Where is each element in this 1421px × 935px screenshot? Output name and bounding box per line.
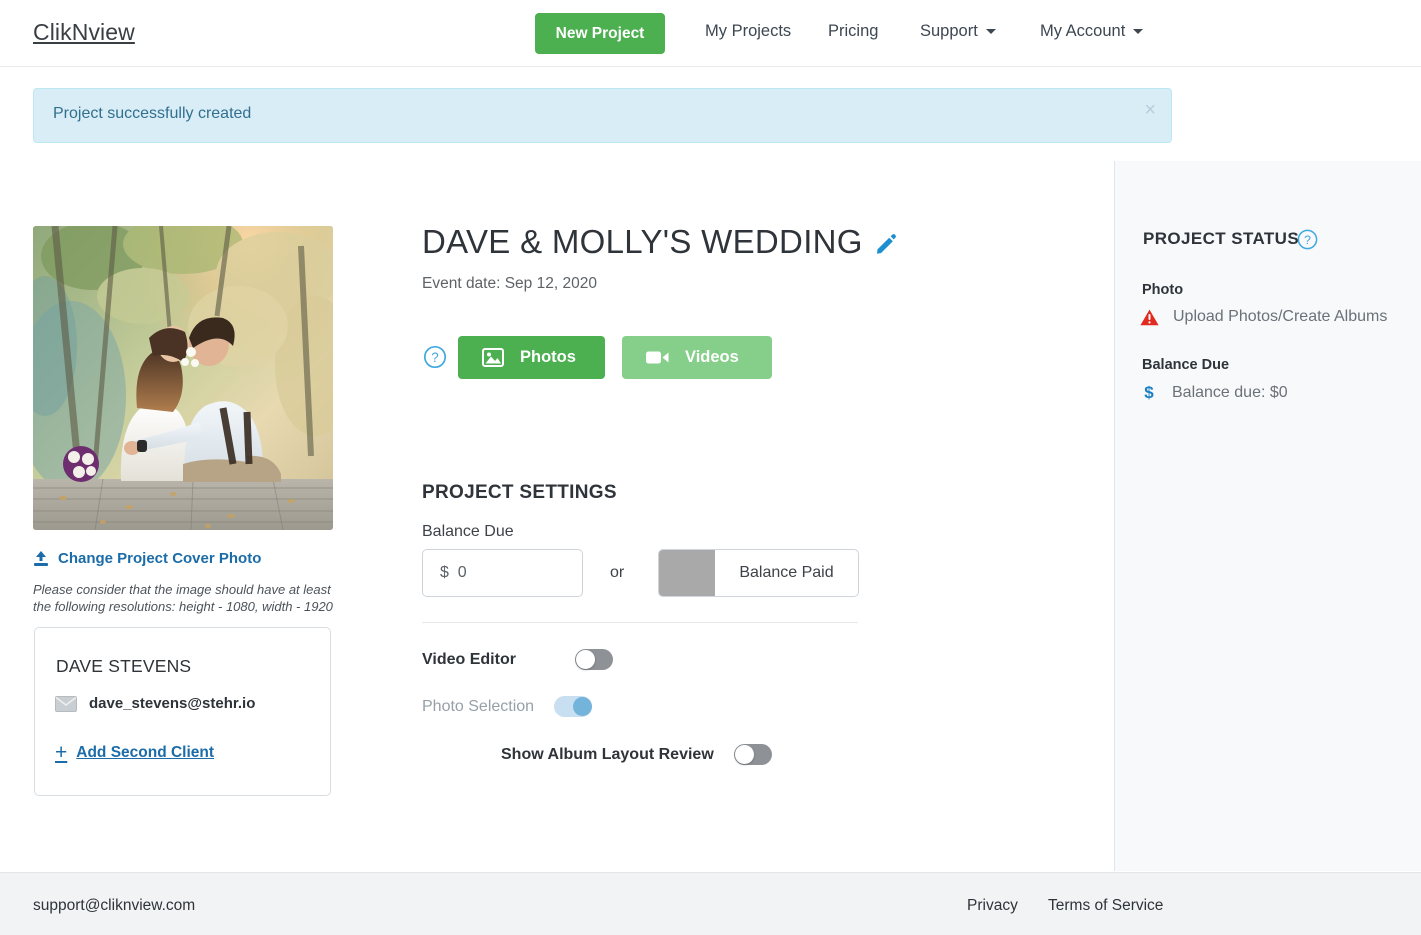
nav-link-support[interactable]: Support [920, 22, 996, 41]
image-icon [482, 348, 504, 367]
upload-icon [34, 550, 48, 566]
balance-paid-toggle[interactable]: Balance Paid [658, 549, 859, 597]
pencil-icon[interactable] [874, 232, 898, 256]
album-layout-review-label: Show Album Layout Review [501, 745, 714, 763]
video-editor-label: Video Editor [422, 650, 516, 668]
status-item-upload-photos[interactable]: Upload Photos/Create Albums [1140, 308, 1387, 326]
video-camera-icon [646, 351, 669, 364]
new-project-button[interactable]: New Project [535, 13, 665, 54]
nav-link-my-projects[interactable]: My Projects [705, 22, 791, 41]
add-second-client-label: Add Second Client [76, 743, 215, 761]
brand-logo[interactable]: ClikNview [33, 19, 135, 46]
page-footer: support@cliknview.com Privacy Terms of S… [0, 872, 1421, 935]
status-group-photo-label: Photo [1142, 282, 1184, 298]
project-cover-photo[interactable] [33, 226, 333, 530]
client-name: DAVE STEVENS [56, 656, 192, 676]
cover-photo-note: Please consider that the image should ha… [33, 582, 333, 615]
page-title: DAVE & MOLLY'S WEDDING [422, 223, 863, 260]
alert-message: Project successfully created [53, 105, 252, 122]
status-group-balance-label: Balance Due [1142, 357, 1230, 373]
close-icon[interactable]: × [1144, 100, 1156, 120]
change-cover-photo-label: Change Project Cover Photo [58, 550, 262, 567]
balance-due-label: Balance Due [422, 523, 514, 540]
switch-knob [575, 650, 595, 669]
project-status-heading: PROJECT STATUS [1143, 229, 1300, 248]
dollar-icon: $ [1144, 383, 1154, 402]
album-layout-review-switch[interactable] [733, 744, 772, 765]
photo-selection-label: Photo Selection [422, 697, 535, 715]
album-layout-review-row: Show Album Layout Review [501, 744, 772, 765]
client-card: DAVE STEVENS dave_stevens@stehr.io + Add… [34, 627, 331, 796]
nav-link-my-projects-label: My Projects [705, 22, 792, 40]
photo-selection-switch[interactable] [554, 696, 593, 717]
photos-tab-button[interactable]: Photos [458, 336, 605, 379]
svg-text:?: ? [431, 350, 439, 365]
chevron-down-icon [1133, 29, 1144, 35]
status-item-balance-due[interactable]: $ Balance due: $0 [1140, 383, 1288, 403]
switch-knob [734, 745, 754, 764]
video-editor-row: Video Editor [422, 649, 613, 670]
nav-link-support-label: Support [920, 22, 978, 40]
project-settings-heading: PROJECT SETTINGS [422, 482, 617, 503]
or-separator-text: or [610, 564, 625, 581]
support-email-link[interactable]: support@cliknview.com [33, 897, 195, 915]
change-cover-photo-link[interactable]: Change Project Cover Photo [33, 550, 261, 567]
chevron-down-icon [985, 29, 996, 35]
help-circle-icon[interactable]: ? [1297, 229, 1318, 250]
client-email-row: dave_stevens@stehr.io [55, 695, 255, 712]
status-item-balance-text: Balance due: $0 [1172, 384, 1288, 401]
project-status-sidebar: PROJECT STATUS [1114, 161, 1421, 871]
videos-tab-label: Videos [685, 348, 739, 366]
settings-divider [422, 622, 858, 623]
terms-of-service-link[interactable]: Terms of Service [1048, 897, 1163, 915]
app-page: ClikNview New Project My Projects Pricin… [0, 0, 1421, 935]
video-editor-switch[interactable] [574, 649, 613, 670]
privacy-link[interactable]: Privacy [967, 897, 1018, 915]
svg-text:?: ? [1304, 233, 1311, 247]
nav-link-my-account-label: My Account [1040, 22, 1126, 40]
envelope-icon [55, 695, 77, 712]
success-alert: Project successfully created × [33, 88, 1172, 143]
warning-triangle-icon [1140, 309, 1159, 325]
balance-paid-label: Balance Paid [739, 564, 834, 581]
status-item-photo-text: Upload Photos/Create Albums [1173, 308, 1388, 325]
balance-paid-knob [659, 550, 715, 596]
help-circle-icon[interactable]: ? [423, 345, 447, 369]
plus-icon: + [55, 741, 68, 764]
videos-tab-button[interactable]: Videos [622, 336, 772, 379]
cover-photo-image [33, 226, 333, 530]
photo-selection-row: Photo Selection [422, 696, 593, 717]
event-date: Event date: Sep 12, 2020 [422, 275, 597, 292]
nav-link-pricing-label: Pricing [828, 22, 879, 40]
nav-link-pricing[interactable]: Pricing [828, 22, 878, 41]
nav-link-my-account[interactable]: My Account [1040, 22, 1144, 41]
top-navbar: ClikNview New Project My Projects Pricin… [0, 0, 1421, 67]
switch-knob [573, 697, 593, 716]
photos-tab-label: Photos [520, 348, 576, 366]
balance-due-input[interactable] [422, 549, 583, 597]
client-email: dave_stevens@stehr.io [89, 695, 256, 712]
add-second-client-button[interactable]: + Add Second Client [55, 742, 214, 763]
